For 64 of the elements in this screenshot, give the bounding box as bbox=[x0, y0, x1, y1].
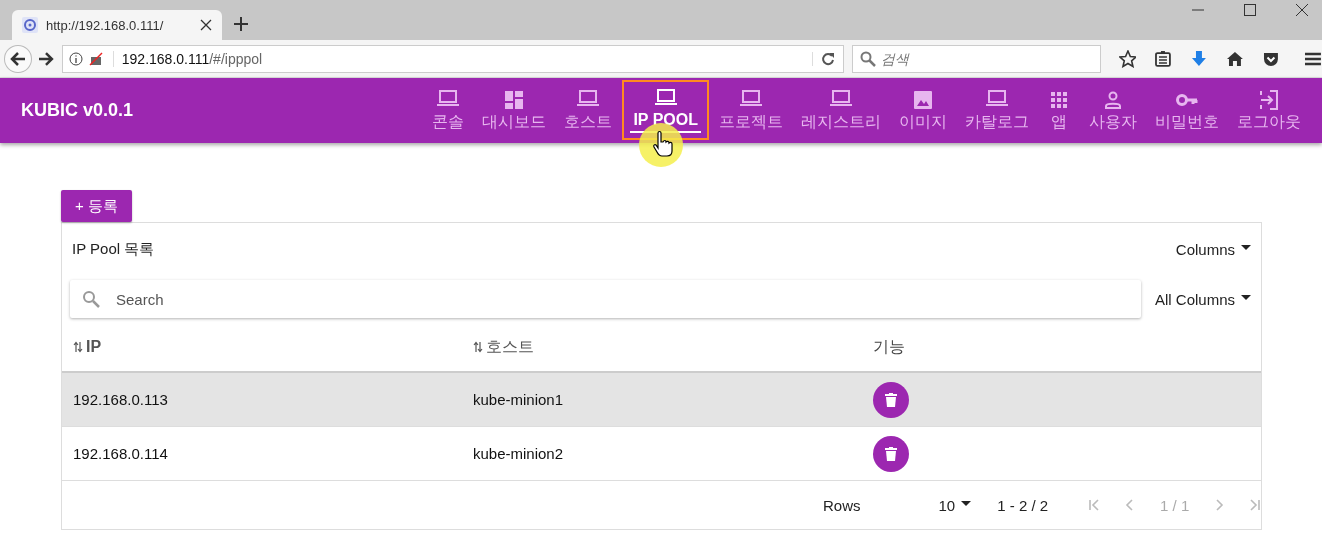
tab-title: http://192.168.0.111/ bbox=[46, 17, 165, 33]
nav-tab[interactable]: IP POOL bbox=[621, 79, 710, 141]
app-title: KUBIC v0.0.1 bbox=[21, 100, 135, 121]
caret-icon bbox=[961, 500, 972, 506]
home-icon[interactable] bbox=[1226, 49, 1245, 68]
table-title: IP Pool 목록 bbox=[72, 239, 155, 259]
address-field[interactable]: 192.168.0.111/#/ipppol bbox=[61, 44, 844, 73]
column-header[interactable]: IP bbox=[73, 338, 473, 356]
nav-tab[interactable]: 이미지 bbox=[890, 78, 956, 143]
close-icon[interactable] bbox=[200, 19, 212, 31]
delete-button[interactable] bbox=[873, 381, 909, 418]
nav-tab[interactable]: 앱 bbox=[1038, 78, 1080, 143]
nav-tab[interactable]: 카탈로그 bbox=[956, 78, 1038, 143]
rows-per-page-dropdown[interactable]: 10 bbox=[938, 496, 972, 514]
nav-tab[interactable]: 로그아웃 bbox=[1228, 78, 1310, 143]
reload-icon[interactable] bbox=[811, 51, 835, 66]
search-field[interactable]: Search bbox=[70, 280, 1141, 318]
arrow-left-icon bbox=[9, 50, 26, 67]
hand-pointer-icon bbox=[639, 123, 684, 167]
nav-tab[interactable]: 대시보드 bbox=[473, 78, 556, 143]
image-icon bbox=[911, 88, 935, 112]
nav-tab[interactable]: 사용자 bbox=[1080, 78, 1146, 143]
search-icon bbox=[859, 50, 876, 67]
scope-dropdown[interactable]: All Columns bbox=[1154, 290, 1251, 308]
url-text: 192.168.0.111/#/ipppol bbox=[112, 50, 263, 67]
search-field[interactable]: 검색 bbox=[851, 44, 1101, 73]
browser-tab[interactable]: http://192.168.0.111/ bbox=[12, 10, 222, 40]
page-indicator: 1 / 1 bbox=[1160, 496, 1190, 514]
nav-tab[interactable]: 호스트 bbox=[555, 78, 622, 143]
table-row[interactable]: 192.168.0.114 kube-minion2 bbox=[62, 427, 1261, 481]
info-icon bbox=[68, 51, 83, 66]
rows-label: Rows bbox=[823, 496, 861, 514]
range-text: 1 - 2 / 2 bbox=[997, 496, 1049, 514]
caret-icon bbox=[1241, 244, 1251, 250]
nav-tab[interactable]: 레지스트리 bbox=[792, 78, 890, 143]
nav-tab[interactable]: 프로젝트 bbox=[710, 78, 792, 143]
nav-tab[interactable]: 비밀번호 bbox=[1146, 78, 1228, 143]
trash-icon bbox=[885, 392, 897, 407]
close-icon[interactable] bbox=[1296, 4, 1308, 16]
trash-icon bbox=[885, 446, 897, 461]
column-header: 기능 bbox=[873, 336, 906, 357]
caret-icon bbox=[1241, 294, 1251, 300]
nav-tab[interactable]: 콘솔 bbox=[423, 78, 474, 143]
table-cell-text: kube-minion2 bbox=[473, 445, 565, 462]
register-button[interactable]: + 등록 bbox=[61, 190, 132, 222]
search-icon bbox=[82, 290, 100, 308]
column-header[interactable]: 호스트 bbox=[473, 336, 873, 358]
table-row[interactable]: 192.168.0.113 kube-minion1 bbox=[62, 373, 1261, 427]
delete-button[interactable] bbox=[873, 435, 909, 472]
insecure-lock-icon bbox=[88, 51, 103, 66]
swirl-icon bbox=[22, 17, 38, 33]
star-icon[interactable] bbox=[1118, 49, 1137, 68]
table-cell-text: 192.168.0.113 bbox=[73, 391, 169, 408]
sort-icon bbox=[473, 341, 483, 353]
arrow-right-icon[interactable] bbox=[37, 50, 54, 67]
logout-icon bbox=[1257, 88, 1281, 112]
list-icon[interactable] bbox=[1154, 49, 1173, 68]
back-button[interactable] bbox=[4, 44, 32, 73]
columns-dropdown[interactable]: Columns bbox=[1175, 240, 1251, 258]
table-cell-text: 192.168.0.114 bbox=[73, 445, 169, 462]
maximize-icon[interactable] bbox=[1244, 4, 1256, 16]
table-cell-text: kube-minion1 bbox=[473, 391, 565, 408]
new-tab-icon[interactable] bbox=[234, 17, 248, 31]
sort-icon bbox=[73, 341, 83, 353]
